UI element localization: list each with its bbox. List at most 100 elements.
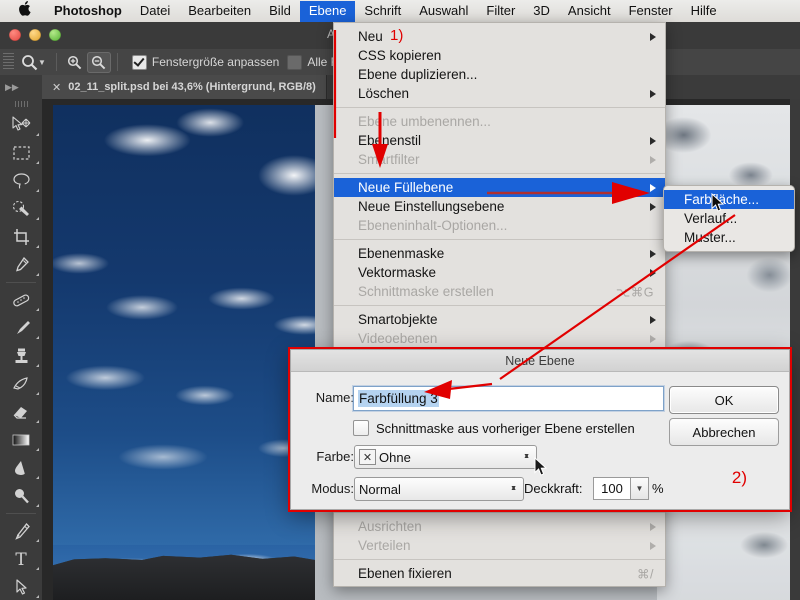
- submenu-arrow-icon: [650, 249, 656, 258]
- chevron-down-icon[interactable]: ▼: [631, 477, 649, 500]
- move-tool[interactable]: [0, 111, 42, 139]
- submenu-item-muster[interactable]: Muster...: [664, 228, 794, 247]
- divider: [116, 53, 118, 71]
- rectangular-marquee-tool[interactable]: [0, 139, 42, 167]
- menu-item-neue-einstellungsebene[interactable]: Neue Einstellungsebene: [334, 197, 665, 216]
- menu-item-ebenenmaske[interactable]: Ebenenmaske: [334, 244, 665, 263]
- options-bar-grip[interactable]: [3, 53, 14, 71]
- close-icon[interactable]: ✕: [52, 81, 61, 94]
- menu-item-neu[interactable]: Neu: [334, 27, 665, 46]
- zoom-out-button[interactable]: [86, 51, 111, 73]
- menu-photoshop[interactable]: Photoshop: [45, 1, 131, 22]
- tool-expand-triangle[interactable]: [36, 189, 39, 192]
- tool-expand-triangle[interactable]: [36, 448, 39, 451]
- path-selection-tool[interactable]: [0, 573, 42, 600]
- tool-expand-triangle[interactable]: [36, 504, 39, 507]
- type-tool[interactable]: T: [0, 545, 42, 573]
- tool-expand-triangle[interactable]: [36, 217, 39, 220]
- tool-expand-triangle[interactable]: [36, 567, 39, 570]
- clipping-mask-checkbox[interactable]: [353, 420, 369, 436]
- menu-item-ausrichten: Ausrichten: [334, 517, 665, 536]
- menu-separator: [334, 305, 665, 306]
- menu-item-label: Vektormaske: [358, 265, 437, 280]
- menu-auswahl[interactable]: Auswahl: [410, 1, 477, 22]
- gradient-tool[interactable]: [0, 426, 42, 454]
- tool-expand-triangle[interactable]: [36, 595, 39, 598]
- eyedropper-tool[interactable]: [0, 251, 42, 279]
- menu-item-smartobjekte[interactable]: Smartobjekte: [334, 310, 665, 329]
- brush-tool[interactable]: [0, 314, 42, 342]
- fit-window-checkbox[interactable]: Fenstergröße anpassen: [131, 54, 279, 70]
- menu-item-ebene-duplizieren[interactable]: Ebene duplizieren...: [334, 65, 665, 84]
- menu-item-label: CSS kopieren: [358, 48, 442, 63]
- clipping-mask-checkbox-row[interactable]: Schnittmaske aus vorheriger Ebene erstel…: [353, 420, 635, 436]
- mouse-cursor-dialog: [534, 457, 548, 476]
- menu-item-css-kopieren[interactable]: CSS kopieren: [334, 46, 665, 65]
- quick-selection-tool[interactable]: [0, 195, 42, 223]
- checkbox-box[interactable]: [287, 54, 303, 70]
- tool-expand-triangle[interactable]: [36, 133, 39, 136]
- neue-fuellebene-submenu[interactable]: Farbfläche... Verlauf... Muster...: [663, 185, 795, 252]
- mode-select[interactable]: Normal ▲ ▼: [354, 477, 524, 501]
- document-tab[interactable]: ✕ 02_11_split.psd bei 43,6% (Hintergrund…: [42, 75, 327, 99]
- history-brush-tool[interactable]: [0, 370, 42, 398]
- dodge-tool[interactable]: [0, 482, 42, 510]
- submenu-item-verlauf[interactable]: Verlauf...: [664, 209, 794, 228]
- menu-item-ebenenstil[interactable]: Ebenenstil: [334, 131, 665, 150]
- menu-datei[interactable]: Datei: [131, 1, 179, 22]
- submenu-arrow-icon: [650, 136, 656, 145]
- menu-item-vektormaske[interactable]: Vektormaske: [334, 263, 665, 282]
- tool-expand-triangle[interactable]: [36, 539, 39, 542]
- layer-name-input[interactable]: Farbfüllung 3: [353, 386, 664, 411]
- expand-panel-icon[interactable]: ▶▶: [0, 75, 47, 99]
- lasso-tool[interactable]: [0, 167, 42, 195]
- healing-brush-tool[interactable]: [0, 286, 42, 314]
- menu-3d[interactable]: 3D: [524, 1, 559, 22]
- blur-tool[interactable]: [0, 454, 42, 482]
- layer-name-value: Farbfüllung 3: [358, 390, 439, 407]
- menu-schrift[interactable]: Schrift: [355, 1, 410, 22]
- tool-expand-triangle[interactable]: [36, 161, 39, 164]
- canvas-vertical-scrollbar[interactable]: [790, 99, 800, 600]
- menu-item-label: Ebenen fixieren: [358, 566, 452, 581]
- ok-button[interactable]: OK: [669, 386, 779, 414]
- submenu-item-farbflaeche[interactable]: Farbfläche...: [664, 190, 794, 209]
- color-label: Farbe:: [316, 449, 354, 464]
- menu-ansicht[interactable]: Ansicht: [559, 1, 620, 22]
- submenu-arrow-icon: [650, 32, 656, 41]
- menu-item-videoebenen: Videoebenen: [334, 329, 665, 348]
- menu-bearbeiten[interactable]: Bearbeiten: [179, 1, 260, 22]
- tool-expand-triangle[interactable]: [36, 308, 39, 311]
- menu-item-loeschen[interactable]: Löschen: [334, 84, 665, 103]
- checkbox-box[interactable]: [131, 54, 147, 70]
- opacity-value[interactable]: 100: [593, 477, 631, 500]
- eraser-tool[interactable]: [0, 398, 42, 426]
- apple-logo-icon[interactable]: [0, 1, 45, 19]
- tool-expand-triangle[interactable]: [36, 245, 39, 248]
- tool-expand-triangle[interactable]: [36, 392, 39, 395]
- tools-panel-grip[interactable]: [14, 101, 28, 107]
- neue-ebene-dialog[interactable]: Neue Ebene Name: Farbfüllung 3 Schnittma…: [290, 349, 790, 510]
- tool-expand-triangle[interactable]: [36, 364, 39, 367]
- menu-fenster[interactable]: Fenster: [620, 1, 682, 22]
- name-label: Name:: [315, 390, 354, 405]
- clone-stamp-tool[interactable]: [0, 342, 42, 370]
- menu-ebene[interactable]: Ebene: [299, 0, 356, 22]
- menu-item-neue-fuellebene[interactable]: Neue Füllebene: [334, 178, 665, 197]
- menu-bild[interactable]: Bild: [260, 1, 300, 22]
- zoom-in-button[interactable]: [63, 52, 87, 73]
- color-select[interactable]: ✕ Ohne ▲ ▼: [354, 445, 537, 469]
- tool-expand-triangle[interactable]: [36, 420, 39, 423]
- tool-expand-triangle[interactable]: [36, 476, 39, 479]
- menu-item-ebenen-fixieren[interactable]: Ebenen fixieren ⌘/: [334, 564, 665, 583]
- crop-tool[interactable]: [0, 223, 42, 251]
- menu-filter[interactable]: Filter: [477, 1, 524, 22]
- cancel-button[interactable]: Abbrechen: [669, 418, 779, 446]
- tool-expand-triangle[interactable]: [36, 336, 39, 339]
- chevron-down-icon[interactable]: ▼: [38, 58, 46, 67]
- opacity-stepper[interactable]: 100 ▼: [593, 477, 649, 500]
- menu-hilfe[interactable]: Hilfe: [682, 1, 726, 22]
- tool-expand-triangle[interactable]: [36, 273, 39, 276]
- pen-tool[interactable]: [0, 517, 42, 545]
- opacity-unit: %: [652, 481, 664, 496]
